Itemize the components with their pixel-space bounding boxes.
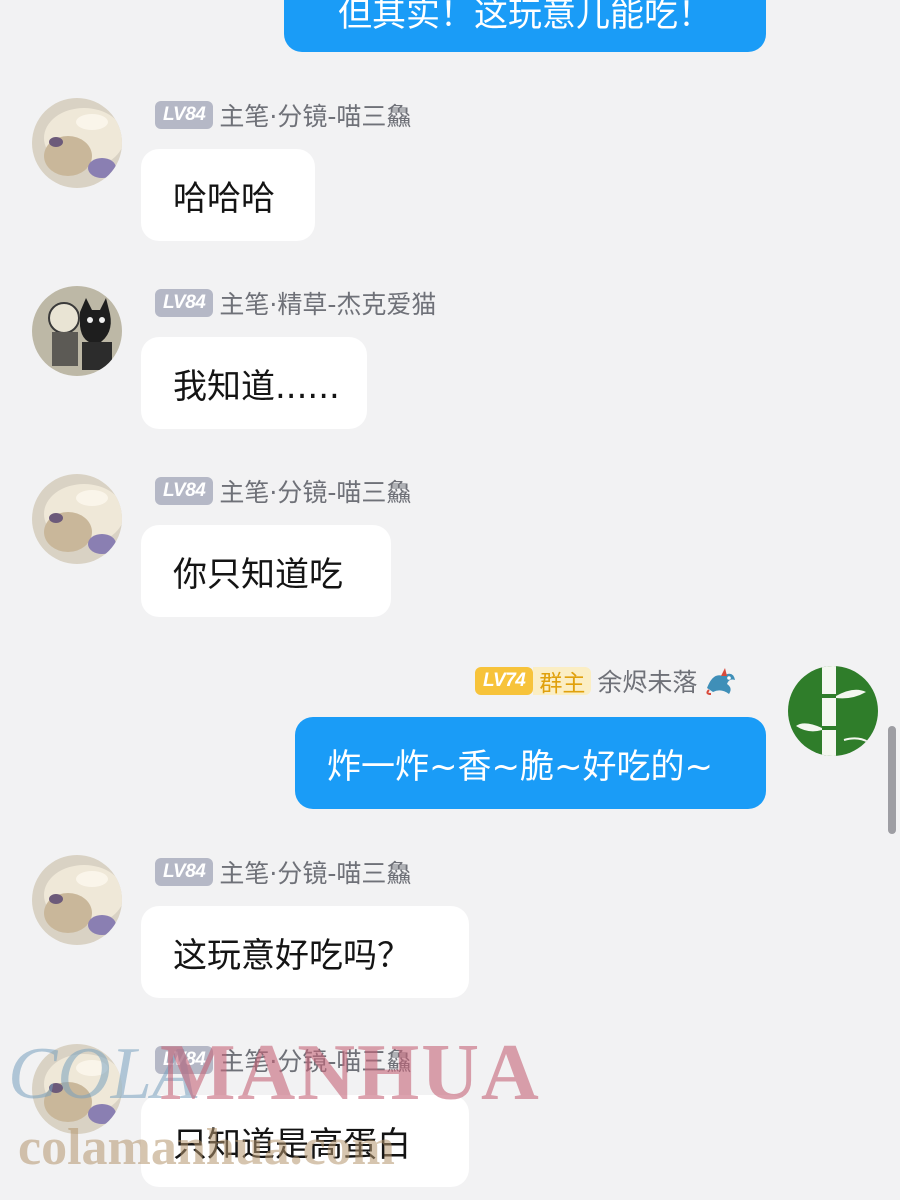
message-bubble[interactable]: 你只知道吃 (141, 525, 391, 617)
avatar[interactable] (32, 855, 122, 945)
message-text: 这玩意好吃吗？ (173, 935, 411, 976)
sender-meta: LV84 主笔·分镜-喵三鱻 (155, 1044, 411, 1076)
level-badge: LV74 (475, 667, 534, 695)
sender-meta: LV84 主笔·分镜-喵三鱻 (155, 99, 411, 131)
dragon-icon (703, 666, 739, 696)
message-text: 哈哈哈 (173, 178, 275, 219)
message-text: 炸一炸~香~脆~好吃的~ (327, 746, 713, 787)
level-badge: LV84 (155, 289, 214, 317)
sender-name[interactable]: 主笔·分镜-喵三鱻 (219, 473, 411, 509)
owner-tag: 群主 (533, 667, 592, 697)
scrollbar-thumb[interactable] (888, 726, 896, 834)
level-badge: LV84 (155, 101, 214, 129)
message-bubble[interactable]: 只知道是高蛋白 (141, 1095, 469, 1187)
bamboo-avatar (788, 666, 878, 756)
sender-meta: LV84 主笔·精草-杰克爱猫 (155, 287, 436, 319)
cat-photo-avatar (32, 1044, 122, 1134)
chat-window[interactable]: 但其实！这玩意儿能吃！ LV84 主笔·分镜-喵三鱻 哈哈哈 LV84 主笔·精… (0, 0, 900, 1200)
sender-name[interactable]: 主笔·分镜-喵三鱻 (219, 854, 411, 890)
sketch-cat-avatar (32, 286, 122, 376)
sender-name[interactable]: 主笔·精草-杰克爱猫 (219, 285, 436, 321)
message-bubble[interactable]: 哈哈哈 (141, 149, 315, 241)
level-badge: LV84 (155, 477, 214, 505)
avatar[interactable] (32, 286, 122, 376)
message-text: 你只知道吃 (173, 554, 343, 595)
cat-photo-avatar (32, 98, 122, 188)
message-text: 只知道是高蛋白 (173, 1124, 411, 1165)
message-bubble[interactable]: 炸一炸~香~脆~好吃的~ (295, 717, 766, 809)
cat-photo-avatar (32, 474, 122, 564)
level-badge: LV84 (155, 1046, 214, 1074)
sender-meta: LV74 群主 余烬未落 (475, 665, 739, 697)
message-text: 但其实！这玩意儿能吃！ (338, 0, 712, 35)
sender-name[interactable]: 主笔·分镜-喵三鱻 (219, 1042, 411, 1078)
avatar[interactable] (32, 1044, 122, 1134)
cat-photo-avatar (32, 855, 122, 945)
message-bubble[interactable]: 但其实！这玩意儿能吃！ (284, 0, 766, 52)
message-bubble[interactable]: 这玩意好吃吗？ (141, 906, 469, 998)
avatar[interactable] (788, 666, 878, 756)
avatar[interactable] (32, 474, 122, 564)
message-text: 我知道...... (173, 366, 340, 407)
level-badge: LV84 (155, 858, 214, 886)
sender-meta: LV84 主笔·分镜-喵三鱻 (155, 856, 411, 888)
avatar[interactable] (32, 98, 122, 188)
sender-meta: LV84 主笔·分镜-喵三鱻 (155, 475, 411, 507)
sender-name[interactable]: 余烬未落 (597, 663, 697, 699)
message-bubble[interactable]: 我知道...... (141, 337, 367, 429)
sender-name[interactable]: 主笔·分镜-喵三鱻 (219, 97, 411, 133)
